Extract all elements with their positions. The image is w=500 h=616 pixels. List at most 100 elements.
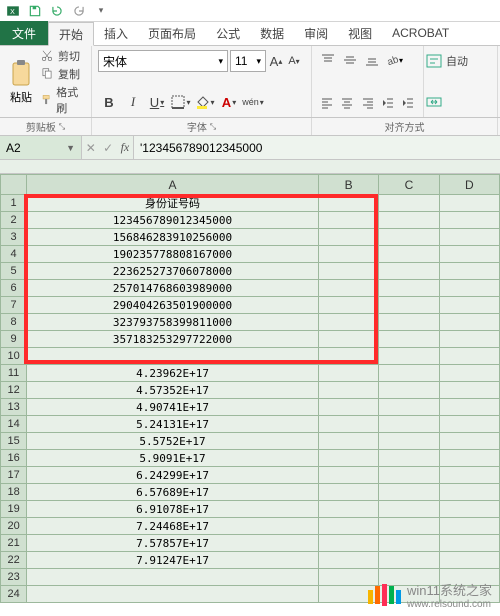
tab-insert[interactable]: 插入 [94,21,138,45]
file-tab[interactable]: 文件 [0,21,48,45]
cell[interactable]: 5.24131E+17 [27,416,319,433]
row-header[interactable]: 4 [1,246,27,263]
cell[interactable]: 290404263501900000 [27,297,319,314]
row-header[interactable]: 14 [1,416,27,433]
cell[interactable] [379,348,439,365]
cell[interactable] [439,212,499,229]
cell[interactable] [27,348,319,365]
cell[interactable]: 223625273706078000 [27,263,319,280]
cell[interactable] [439,195,499,212]
row-header[interactable]: 9 [1,331,27,348]
cell[interactable] [318,552,378,569]
row-header[interactable]: 1 [1,195,27,212]
row-header[interactable]: 3 [1,229,27,246]
cell[interactable] [439,365,499,382]
tab-home[interactable]: 开始 [48,22,94,46]
cell[interactable] [379,416,439,433]
col-header-b[interactable]: B [318,175,378,195]
row-header[interactable]: 10 [1,348,27,365]
cell[interactable] [439,229,499,246]
cell[interactable]: 6.91078E+17 [27,501,319,518]
qat-customize-button[interactable]: ▾ [92,2,110,20]
cell[interactable] [439,263,499,280]
name-box[interactable]: A2 ▼ [0,136,82,159]
cell[interactable] [379,501,439,518]
cell[interactable] [439,518,499,535]
row-header[interactable]: 23 [1,569,27,586]
cell[interactable] [318,518,378,535]
align-bottom-button[interactable] [362,50,382,70]
cell[interactable] [318,331,378,348]
cell[interactable]: 身份证号码 [27,195,319,212]
cell[interactable] [439,467,499,484]
font-name-select[interactable]: 宋体▾ [98,50,228,72]
cell[interactable] [439,246,499,263]
align-left-button[interactable] [318,93,336,113]
row-header[interactable]: 13 [1,399,27,416]
cell[interactable]: 4.23962E+17 [27,365,319,382]
cell[interactable]: 7.91247E+17 [27,552,319,569]
cell[interactable]: 323793758399811000 [27,314,319,331]
cell[interactable] [439,331,499,348]
cell[interactable] [379,229,439,246]
cell[interactable]: 7.24468E+17 [27,518,319,535]
cell[interactable] [318,382,378,399]
decrease-font-button[interactable]: A▾ [286,51,302,71]
underline-button[interactable]: U▾ [146,91,168,113]
cell[interactable] [318,229,378,246]
row-header[interactable]: 17 [1,467,27,484]
align-center-button[interactable] [338,93,356,113]
row-header[interactable]: 22 [1,552,27,569]
cell[interactable] [318,212,378,229]
align-right-button[interactable] [358,93,376,113]
cell[interactable] [318,348,378,365]
save-button[interactable] [26,2,44,20]
cell[interactable] [318,450,378,467]
fill-color-button[interactable]: ▾ [194,91,216,113]
cell[interactable] [27,569,319,586]
cell[interactable] [379,552,439,569]
spreadsheet-grid[interactable]: A B C D 1身份证号码 2123456789012345000 31568… [0,174,500,603]
cell[interactable] [318,467,378,484]
cell[interactable] [379,280,439,297]
cell[interactable] [318,314,378,331]
wrap-text-button[interactable]: 自动 [426,50,495,72]
cell[interactable] [379,484,439,501]
phonetic-button[interactable]: wén▾ [242,91,264,113]
cell[interactable]: 4.57352E+17 [27,382,319,399]
increase-indent-button[interactable] [399,93,417,113]
cell[interactable]: 7.57857E+17 [27,535,319,552]
undo-button[interactable] [48,2,66,20]
decrease-indent-button[interactable] [379,93,397,113]
increase-font-button[interactable]: A▴ [268,51,284,71]
tab-review[interactable]: 审阅 [294,21,338,45]
merge-center-button[interactable] [426,91,495,113]
cell[interactable] [439,552,499,569]
row-header[interactable]: 16 [1,450,27,467]
cell[interactable] [318,433,378,450]
paste-button[interactable]: 粘贴 [6,48,36,116]
row-header[interactable]: 12 [1,382,27,399]
italic-button[interactable]: I [122,91,144,113]
cell[interactable] [379,433,439,450]
cell[interactable]: 5.5752E+17 [27,433,319,450]
formula-accept-button[interactable]: ✓ [103,141,113,155]
cell[interactable] [439,535,499,552]
cell[interactable] [379,246,439,263]
cell[interactable] [318,501,378,518]
row-header[interactable]: 21 [1,535,27,552]
tab-formulas[interactable]: 公式 [206,21,250,45]
font-color-button[interactable]: A▾ [218,91,240,113]
tab-layout[interactable]: 页面布局 [138,21,206,45]
cell[interactable] [318,484,378,501]
copy-button[interactable]: 复制 [40,66,85,82]
cell[interactable]: 190235778808167000 [27,246,319,263]
cut-button[interactable]: 剪切 [40,48,85,64]
row-header[interactable]: 2 [1,212,27,229]
bold-button[interactable]: B [98,91,120,113]
cell[interactable] [379,535,439,552]
cell[interactable] [439,348,499,365]
cell[interactable] [439,399,499,416]
tab-view[interactable]: 视图 [338,21,382,45]
row-header[interactable]: 8 [1,314,27,331]
